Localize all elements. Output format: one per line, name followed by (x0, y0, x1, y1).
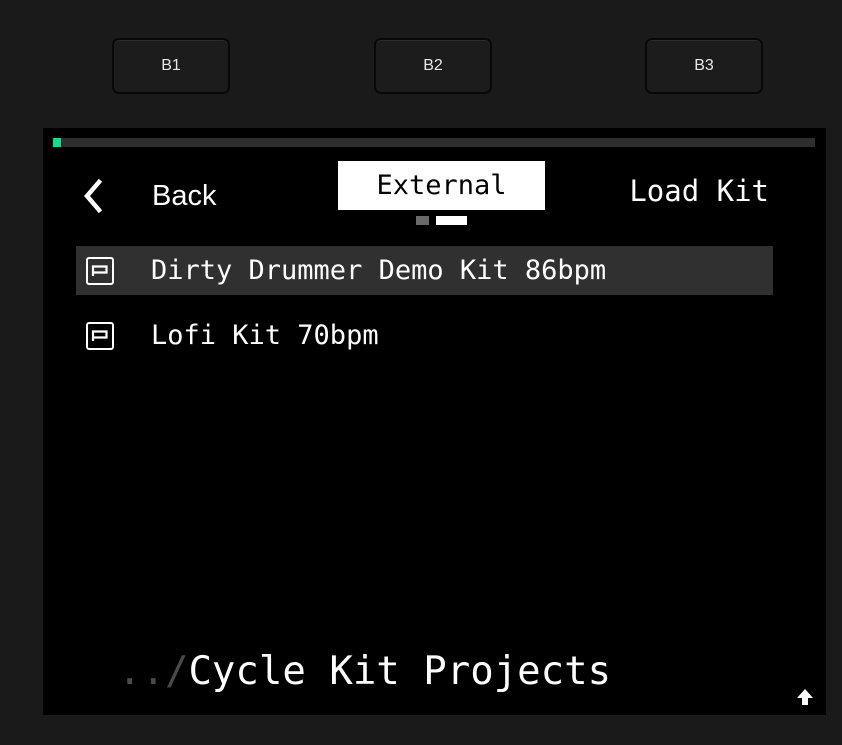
project-icon (86, 256, 114, 285)
device-screen: Back External Load Kit Dirty Drummer Dem… (43, 128, 826, 715)
b3-label: B3 (694, 57, 714, 74)
project-glyph (91, 264, 108, 276)
list-item[interactable]: Lofi Kit 70bpm (76, 311, 773, 360)
kit-list: Dirty Drummer Demo Kit 86bpm Lofi Kit 70… (76, 246, 773, 376)
progress-bar (53, 138, 815, 147)
list-item[interactable]: Dirty Drummer Demo Kit 86bpm (76, 246, 773, 295)
path-name: Cycle Kit Projects (188, 649, 612, 694)
tab-title[interactable]: External (338, 161, 545, 210)
page-dot-2-active (436, 216, 467, 225)
list-item-label: Dirty Drummer Demo Kit 86bpm (151, 255, 607, 286)
chevron-left-icon (84, 178, 103, 214)
current-path: ../Cycle Kit Projects (118, 649, 611, 694)
list-item-label: Lofi Kit 70bpm (151, 320, 379, 351)
hardware-button-b1[interactable]: B1 (112, 38, 230, 94)
project-glyph (91, 329, 108, 341)
progress-fill (53, 138, 61, 147)
path-prefix: ../ (118, 649, 189, 694)
b1-label: B1 (161, 57, 181, 74)
load-kit-button[interactable]: Load Kit (629, 174, 769, 208)
b2-label: B2 (423, 57, 443, 74)
up-arrow-icon[interactable] (795, 687, 815, 707)
back-button[interactable]: Back (81, 176, 216, 216)
page-dot-1 (416, 216, 429, 225)
hardware-button-b3[interactable]: B3 (645, 38, 763, 94)
back-label: Back (152, 179, 217, 212)
tab-title-label: External (376, 170, 507, 201)
load-kit-label: Load Kit (629, 174, 769, 208)
project-icon (86, 321, 114, 350)
hardware-button-b2[interactable]: B2 (374, 38, 492, 94)
